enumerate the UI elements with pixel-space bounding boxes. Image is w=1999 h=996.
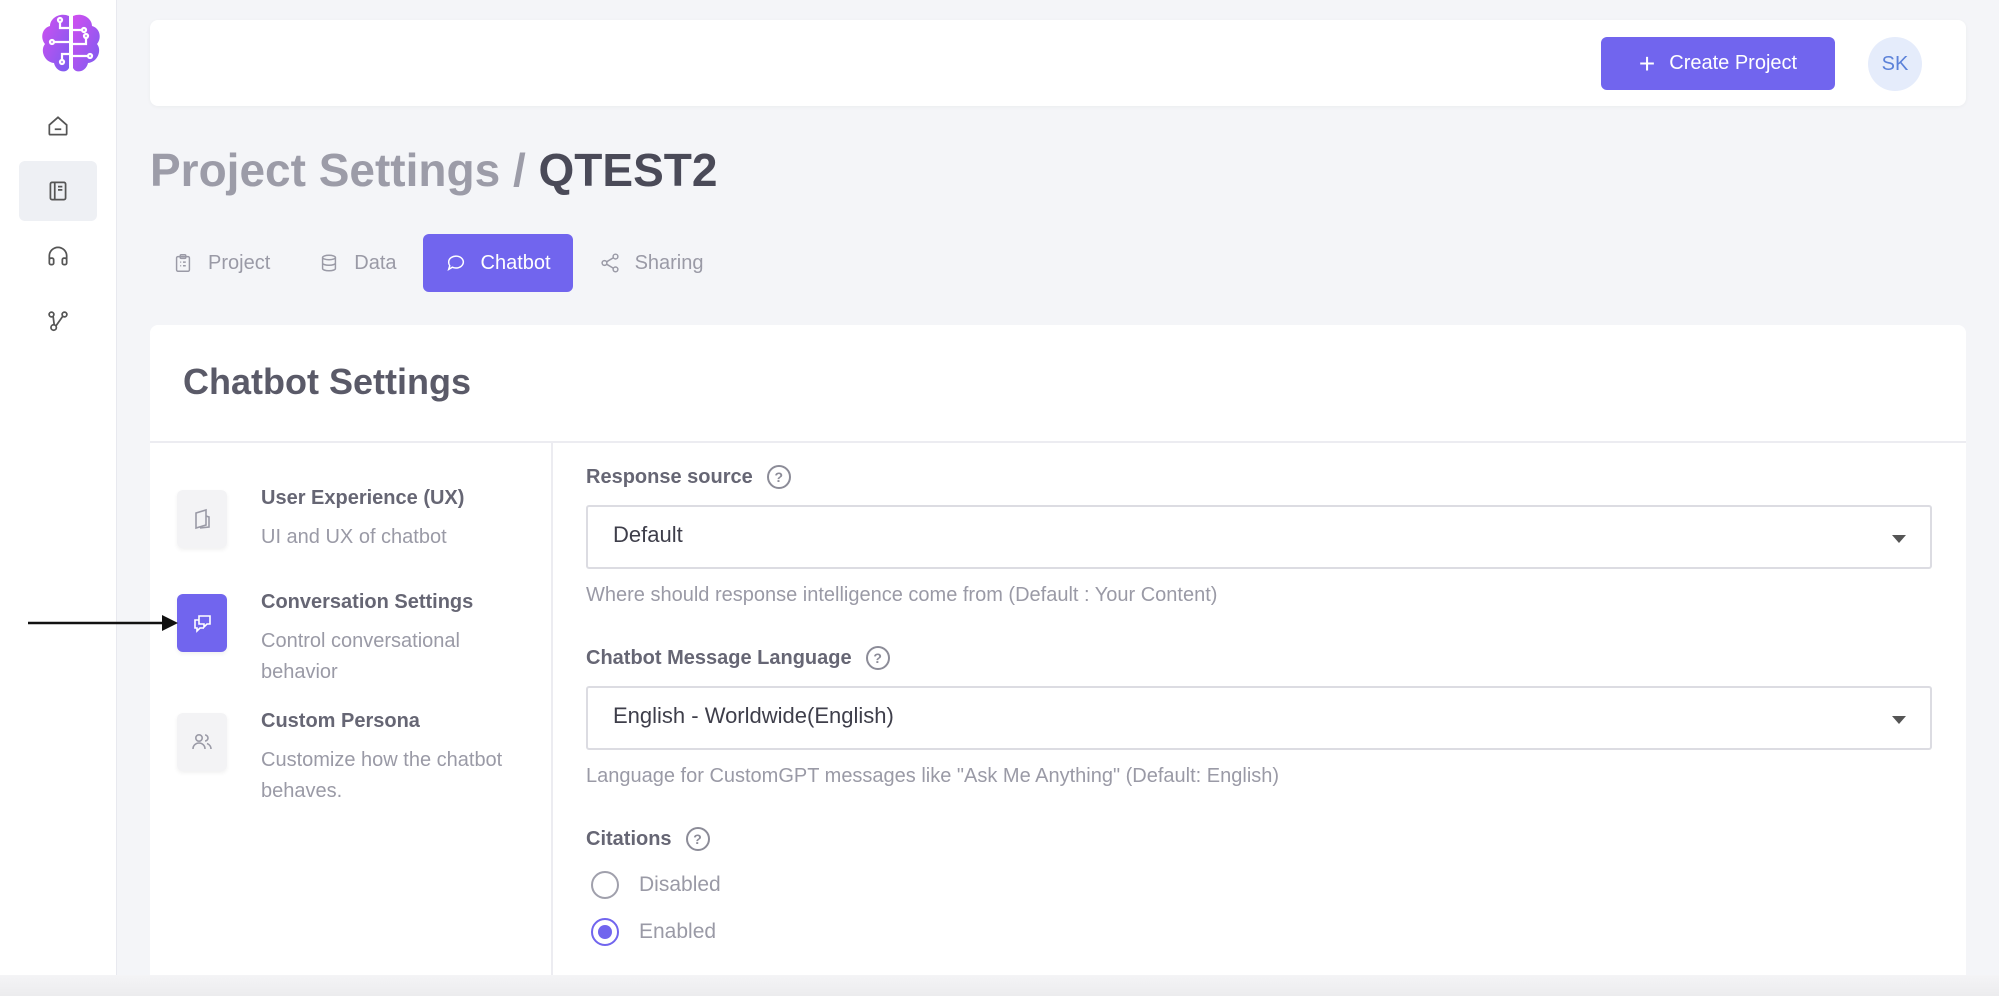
plus-icon: + [1638, 47, 1656, 79]
user-avatar[interactable]: SK [1868, 37, 1922, 91]
chat-bubble-icon [446, 255, 464, 272]
chevron-down-icon [1892, 535, 1906, 543]
citations-label: Citations ? [586, 827, 710, 851]
tab-label: Chatbot [480, 251, 551, 274]
section-description: Customize how the chatbot behaves. [261, 749, 503, 802]
database-icon [322, 254, 337, 272]
brain-logo-icon[interactable] [36, 8, 106, 78]
response-source-helper: Where should response intelligence come … [586, 584, 1218, 606]
conversation-icon [177, 594, 227, 652]
clipboard-icon [175, 254, 191, 272]
radio-button[interactable] [591, 918, 619, 946]
language-select[interactable]: English - Worldwide(English) [586, 686, 1932, 750]
help-icon[interactable]: ? [685, 827, 710, 851]
window-bottom-edge [0, 975, 1999, 996]
section-description: Control conversational behavior [261, 630, 460, 683]
top-header: + Create Project SK [150, 20, 1966, 106]
language-helper: Language for CustomGPT messages like "As… [586, 765, 1280, 787]
section-description: UI and UX of chatbot [261, 526, 447, 548]
project-name: QTEST2 [538, 144, 718, 196]
label-text: Response source [586, 465, 753, 488]
radio-label: Disabled [639, 873, 721, 896]
chatbot-settings-card: Chatbot Settings User Experience (UX) UI… [150, 325, 1966, 996]
sidebar-item-home[interactable] [19, 96, 97, 156]
headset-icon [48, 246, 68, 266]
settings-title: Chatbot Settings [183, 361, 471, 402]
page-title: Project Settings / QTEST2 [150, 143, 717, 197]
sidebar-item-projects[interactable] [19, 161, 97, 221]
tab-chatbot[interactable]: Chatbot [422, 234, 573, 292]
share-icon [600, 253, 619, 273]
tab-project[interactable]: Project [150, 234, 292, 292]
tab-label: Sharing [634, 251, 704, 274]
sidebar-item-integrations[interactable] [19, 291, 97, 351]
label-text: Chatbot Message Language [586, 646, 852, 669]
citations-option-disabled[interactable]: Disabled [591, 871, 721, 899]
breadcrumb-prefix: Project Settings / [150, 144, 539, 196]
section-user-experience[interactable]: User Experience (UX) UI and UX of chatbo… [177, 487, 517, 570]
home-icon [48, 116, 68, 136]
section-name: Conversation Settings [261, 591, 474, 613]
radio-label: Enabled [639, 920, 717, 943]
citations-option-enabled[interactable]: Enabled [591, 918, 716, 946]
response-source-select[interactable]: Default [586, 505, 1932, 569]
help-icon[interactable]: ? [865, 646, 890, 670]
layout-icon [177, 490, 227, 548]
divider [150, 441, 1966, 443]
divider [551, 443, 553, 996]
tab-label: Project [208, 251, 271, 274]
tab-sharing[interactable]: Sharing [577, 234, 726, 292]
help-icon[interactable]: ? [766, 465, 791, 489]
users-icon [177, 713, 227, 771]
tab-data[interactable]: Data [296, 234, 418, 292]
label-text: Citations [586, 827, 672, 850]
sidebar-item-support[interactable] [19, 226, 97, 286]
create-project-label: Create Project [1669, 52, 1798, 74]
section-name: Custom Persona [261, 710, 420, 732]
integrations-icon [48, 311, 68, 332]
select-value: Default [613, 522, 683, 547]
chevron-down-icon [1892, 716, 1906, 724]
section-custom-persona[interactable]: Custom Persona Customize how the chatbot… [177, 710, 517, 803]
annotation-arrow-icon [28, 615, 178, 631]
sidebar [0, 0, 117, 996]
settings-tabs: Project Data Chatbot Sharing [150, 234, 730, 292]
tab-label: Data [354, 251, 397, 274]
language-label: Chatbot Message Language ? [586, 646, 890, 670]
section-name: User Experience (UX) [261, 487, 465, 509]
section-conversation-settings[interactable]: Conversation Settings Control conversati… [177, 591, 517, 684]
select-value: English - Worldwide(English) [613, 703, 894, 728]
response-source-label: Response source ? [586, 465, 791, 489]
book-icon [49, 181, 67, 201]
create-project-button[interactable]: + Create Project [1601, 37, 1835, 90]
radio-button[interactable] [591, 871, 619, 899]
